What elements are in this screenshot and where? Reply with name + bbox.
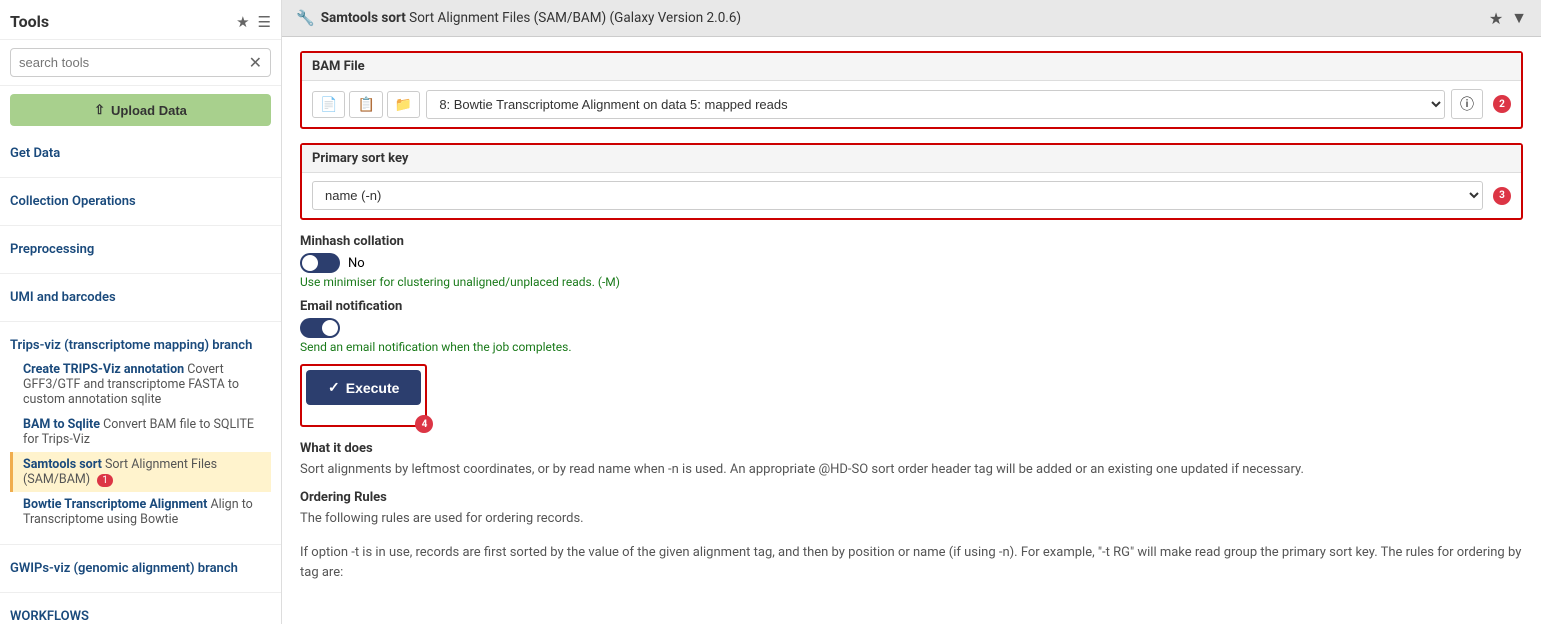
sidebar-section-workflows: WORKFLOWS (0, 597, 281, 624)
tool-desc-header: Sort Alignment Files (SAM/BAM) (Galaxy V… (409, 10, 741, 26)
sidebar: Tools ★ ☰ ✕ ⇧ Upload Data Get Data Colle… (0, 0, 282, 624)
sidebar-item-trips-viz[interactable]: Trips-viz (transcriptome mapping) branch (10, 334, 271, 357)
tool-header-left: 🔧 Samtools sort Sort Alignment Files (SA… (296, 9, 741, 27)
sidebar-tool-samtools-sort[interactable]: Samtools sort Sort Alignment Files (SAM/… (10, 452, 271, 492)
sidebar-tool-bam-sqlite[interactable]: BAM to Sqlite Convert BAM file to SQLITE… (10, 412, 271, 452)
minhash-body: No (300, 253, 1523, 273)
minhash-label: Minhash collation (300, 234, 1523, 249)
sidebar-section-get-data: Get Data (0, 134, 281, 173)
sidebar-section-gwips: GWIPs-viz (genomic alignment) branch (0, 549, 281, 588)
minhash-value: No (348, 256, 365, 271)
tool-header: 🔧 Samtools sort Sort Alignment Files (SA… (282, 0, 1541, 37)
ordering-rules-line1: The following rules are used for orderin… (300, 509, 1523, 529)
email-row: Email notification Send an email notific… (300, 299, 1523, 354)
tool-body: BAM File 📄 📋 📁 8: Bowtie Transcriptome A… (282, 37, 1541, 624)
upload-data-button[interactable]: ⇧ Upload Data (10, 94, 271, 126)
email-knob (322, 320, 338, 336)
bam-file-section: BAM File 📄 📋 📁 8: Bowtie Transcriptome A… (300, 51, 1523, 129)
minhash-hint: Use minimiser for clustering unaligned/u… (300, 275, 1523, 289)
sort-key-section: Primary sort key name (-n) 3 (300, 143, 1523, 220)
sidebar-item-get-data[interactable]: Get Data (10, 142, 271, 165)
bam-folder-button[interactable]: 📁 (387, 91, 420, 118)
sidebar-item-workflows[interactable]: WORKFLOWS (10, 605, 271, 624)
main-content: 🔧 Samtools sort Sort Alignment Files (SA… (282, 0, 1541, 624)
header-chevron-icon[interactable]: ▼ (1511, 8, 1527, 28)
tool-name-create-trips: Create TRIPS-Viz annotation (23, 362, 184, 377)
ordering-rules-section: Ordering Rules The following rules are u… (300, 490, 1523, 583)
sidebar-item-collection-operations[interactable]: Collection Operations (10, 190, 271, 213)
sidebar-item-umi-barcodes[interactable]: UMI and barcodes (10, 286, 271, 309)
sidebar-header: Tools ★ ☰ (0, 0, 281, 40)
email-body (300, 318, 1523, 338)
email-toggle[interactable] (300, 318, 340, 338)
what-it-does-text: Sort alignments by leftmost coordinates,… (300, 460, 1523, 480)
bam-new-file-button[interactable]: 📄 (312, 91, 345, 118)
sidebar-tool-bowtie[interactable]: Bowtie Transcriptome Alignment Align to … (10, 492, 271, 532)
bam-file-badge: 2 (1493, 95, 1511, 113)
tool-name-bam-sqlite: BAM to Sqlite (23, 417, 100, 432)
what-it-does-section: What it does Sort alignments by leftmost… (300, 441, 1523, 480)
minhash-row: Minhash collation No Use minimiser for c… (300, 234, 1523, 289)
tool-header-title: Samtools sort Sort Alignment Files (SAM/… (321, 10, 741, 26)
sort-key-badge: 3 (1493, 187, 1511, 205)
tool-name-bowtie: Bowtie Transcriptome Alignment (23, 497, 207, 512)
upload-icon: ⇧ (94, 102, 105, 118)
search-input-wrap: ✕ (10, 48, 271, 77)
bam-icons: 📄 📋 📁 (312, 91, 420, 118)
what-it-does-title: What it does (300, 441, 1523, 456)
sidebar-tool-create-trips-viz[interactable]: Create TRIPS-Viz annotation Covert GFF3/… (10, 357, 271, 412)
sidebar-section-trips-viz: Trips-viz (transcriptome mapping) branch… (0, 326, 281, 540)
minhash-toggle[interactable] (300, 253, 340, 273)
sort-key-label: Primary sort key (302, 145, 1521, 173)
bam-select-wrap: 8: Bowtie Transcriptome Alignment on dat… (426, 90, 1445, 119)
bam-file-label: BAM File (302, 53, 1521, 81)
check-icon: ✓ (328, 379, 340, 396)
bam-file-body: 📄 📋 📁 8: Bowtie Transcriptome Alignment … (302, 81, 1521, 127)
execute-label: Execute (346, 380, 400, 396)
email-hint: Send an email notification when the job … (300, 340, 1523, 354)
sidebar-section-umi: UMI and barcodes (0, 278, 281, 317)
sort-key-select[interactable]: name (-n) (312, 181, 1483, 210)
sidebar-title: Tools (10, 12, 49, 31)
search-clear-icon[interactable]: ✕ (249, 53, 262, 72)
execute-button[interactable]: ✓ Execute (306, 370, 421, 405)
sidebar-item-preprocessing[interactable]: Preprocessing (10, 238, 271, 261)
email-label: Email notification (300, 299, 1523, 314)
bam-copy-button[interactable]: 📋 (349, 91, 382, 118)
sidebar-item-gwips[interactable]: GWIPs-viz (genomic alignment) branch (10, 557, 271, 580)
bam-file-select[interactable]: 8: Bowtie Transcriptome Alignment on dat… (426, 90, 1445, 119)
sidebar-section-preprocessing: Preprocessing (0, 230, 281, 269)
execute-badge: 4 (415, 415, 433, 433)
bam-info-button[interactable]: ⓘ (1451, 89, 1483, 119)
tool-header-right: ★ ▼ (1489, 8, 1527, 28)
list-icon[interactable]: ☰ (258, 13, 271, 31)
ordering-rules-title: Ordering Rules (300, 490, 1523, 505)
header-star-icon[interactable]: ★ (1489, 9, 1503, 28)
sort-key-body: name (-n) 3 (302, 173, 1521, 218)
tool-name-samtools: Samtools sort (23, 457, 102, 472)
search-box: ✕ (0, 40, 281, 86)
minhash-knob (302, 255, 318, 271)
sidebar-header-icons: ★ ☰ (236, 13, 271, 31)
tool-name-header: Samtools sort (321, 10, 406, 26)
ordering-rules-line2: If option -t is in use, records are firs… (300, 543, 1523, 582)
star-icon[interactable]: ★ (236, 13, 249, 31)
wrench-icon: 🔧 (296, 9, 315, 27)
search-input[interactable] (19, 55, 249, 70)
execute-section: ✓ Execute 4 (300, 364, 427, 427)
sidebar-section-collection: Collection Operations (0, 182, 281, 221)
upload-data-label: Upload Data (111, 103, 187, 118)
samtools-badge: 1 (97, 474, 113, 487)
